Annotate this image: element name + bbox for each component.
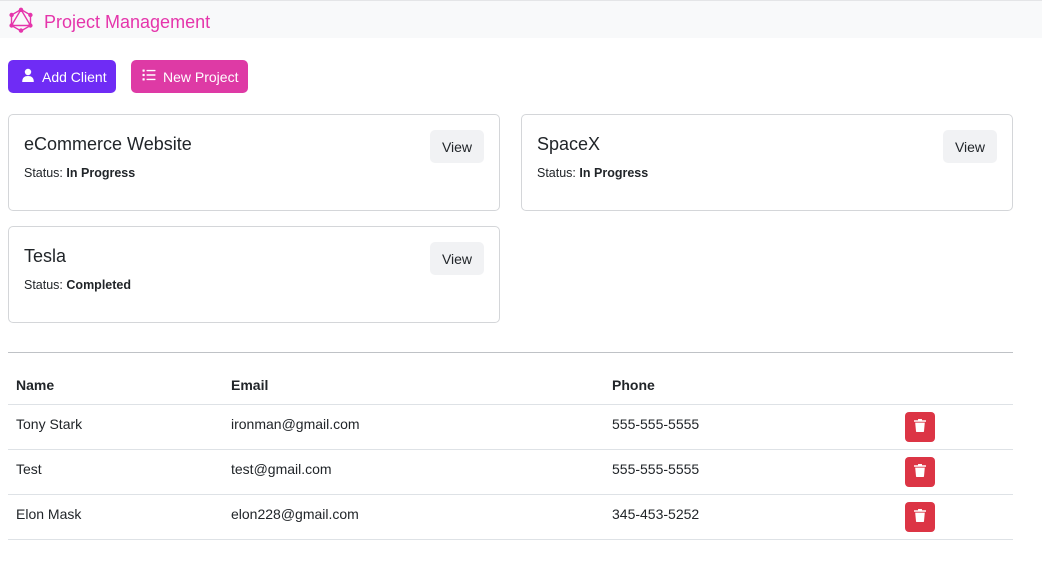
table-header-row: Name Email Phone [8, 353, 1013, 405]
client-email: test@gmail.com [223, 449, 604, 495]
new-project-button[interactable]: New Project [131, 60, 248, 93]
column-header-email: Email [223, 353, 604, 405]
delete-client-button[interactable] [905, 411, 935, 442]
view-button[interactable]: View [943, 130, 997, 163]
project-status: Status: In Progress [537, 166, 649, 180]
client-phone: 345-453-5252 [604, 494, 899, 540]
client-name: Test [8, 449, 223, 495]
trash-icon [914, 463, 926, 480]
table-row: Elon Mask elon228@gmail.com 345-453-5252 [8, 494, 1013, 540]
project-name: SpaceX [537, 134, 601, 154]
project-name: eCommerce Website [24, 134, 192, 154]
add-client-label: Add Client [42, 68, 107, 85]
view-button[interactable]: View [430, 130, 484, 163]
project-card: eCommerce Website Status: In Progress Vi… [8, 114, 500, 211]
add-client-button[interactable]: Add Client [8, 60, 116, 93]
new-project-label: New Project [163, 68, 239, 85]
delete-client-button[interactable] [905, 501, 935, 532]
list-icon [142, 68, 163, 85]
client-phone: 555-555-5555 [604, 449, 899, 495]
graphql-logo-icon [8, 7, 34, 38]
navbar: Project Management [0, 0, 1042, 38]
user-icon [21, 68, 42, 85]
project-card: SpaceX Status: In Progress View [521, 114, 1013, 211]
column-header-name: Name [8, 353, 223, 405]
column-header-phone: Phone [604, 353, 899, 405]
client-email: ironman@gmail.com [223, 404, 604, 450]
column-header-actions [899, 353, 1013, 405]
client-name: Elon Mask [8, 494, 223, 540]
project-status: Status: Completed [24, 278, 131, 292]
client-email: elon228@gmail.com [223, 494, 604, 540]
trash-icon [914, 418, 926, 435]
table-row: Tony Stark ironman@gmail.com 555-555-555… [8, 404, 1013, 450]
client-name: Tony Stark [8, 404, 223, 450]
project-status: Status: In Progress [24, 166, 136, 180]
trash-icon [914, 508, 926, 525]
brand[interactable]: Project Management [8, 7, 210, 38]
delete-client-button[interactable] [905, 456, 935, 487]
table-row: Test test@gmail.com 555-555-5555 [8, 449, 1013, 495]
clients-table: Name Email Phone Tony Stark ironman@gmai… [8, 352, 1013, 540]
view-button[interactable]: View [430, 242, 484, 275]
client-phone: 555-555-5555 [604, 404, 899, 450]
project-card: Tesla Status: Completed View [8, 226, 500, 323]
project-name: Tesla [24, 246, 67, 266]
app-title: Project Management [44, 12, 211, 32]
